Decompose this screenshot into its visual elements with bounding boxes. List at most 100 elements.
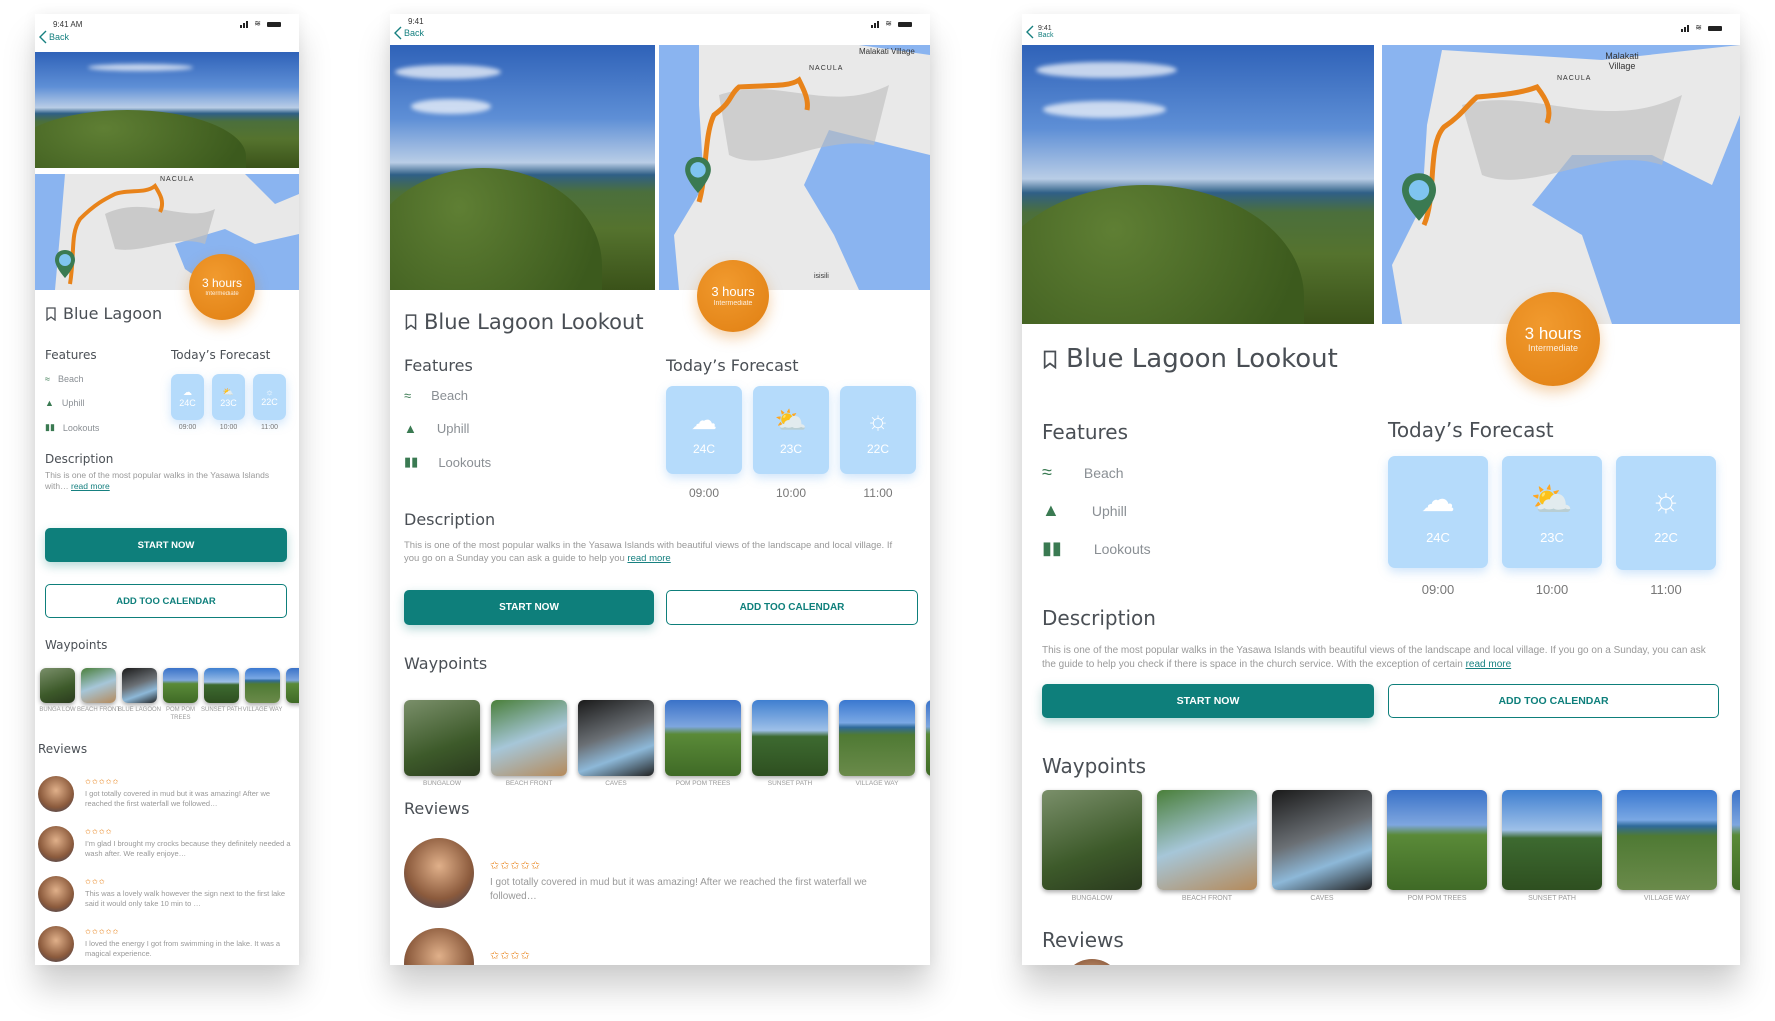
waypoint-thumbnail[interactable]: [81, 668, 116, 703]
waypoints-heading: Waypoints: [1042, 754, 1147, 778]
waypoint-label: SUNSET PATH: [767, 780, 813, 787]
forecast-temp: 24C: [692, 441, 715, 456]
forecast-temp: 23C: [779, 441, 802, 456]
duration-badge: 3 hours Intermediate: [1506, 292, 1600, 386]
route-map[interactable]: NACULA Malakati Village isisili: [659, 45, 930, 290]
star-rating: ✩✩✩✩✩: [85, 779, 120, 786]
forecast-card: ☼ 22C: [840, 386, 916, 474]
route-map[interactable]: NACULA Malakati Village: [1382, 45, 1740, 324]
waypoint-thumbnail[interactable]: [1272, 790, 1372, 890]
read-more-link[interactable]: read more: [71, 481, 110, 491]
map-pin-icon[interactable]: [1402, 173, 1436, 221]
add-to-calendar-button[interactable]: ADD TOO CALENDAR: [666, 590, 918, 625]
forecast-card: ☁ 24C: [666, 386, 742, 474]
badge-duration: 3 hours: [1524, 323, 1582, 343]
back-button[interactable]: Back: [39, 30, 69, 44]
waypoint-label: BUNGALOW: [423, 780, 461, 787]
mountain-icon: ▲: [1042, 500, 1060, 520]
description-text: This is one of the most popular walks in…: [404, 540, 904, 566]
forecast-heading: Today’s Forecast: [666, 356, 799, 375]
start-now-button[interactable]: START NOW: [45, 528, 287, 562]
wifi-icon: ≋: [254, 19, 261, 28]
sun-icon: ☼: [866, 404, 890, 435]
waypoint-thumbnail[interactable]: [839, 700, 915, 776]
map-label-isisili: isisili: [814, 273, 829, 280]
waypoint-label: SUNSET PATH: [200, 707, 242, 713]
map-label-nacula: NACULA: [160, 176, 195, 183]
waypoints-heading: Waypoints: [404, 654, 488, 673]
forecast-time: 10:00: [219, 424, 238, 431]
avatar: [404, 928, 474, 965]
read-more-link[interactable]: read more: [627, 553, 670, 564]
back-button[interactable]: Back: [394, 26, 424, 40]
system-icons: ≋: [1681, 24, 1722, 32]
add-to-calendar-button[interactable]: ADD TOO CALENDAR: [45, 584, 287, 618]
waypoint-label: POM POM TREES: [165, 707, 195, 721]
start-now-button[interactable]: START NOW: [404, 590, 654, 625]
map-label-nacula: NACULA: [809, 65, 844, 72]
waypoint-label: BEACH FRONT: [505, 780, 553, 787]
waypoint-thumbnail-partial[interactable]: [286, 668, 299, 703]
back-group: 9:41 Back: [1038, 25, 1054, 39]
forecast-time: 10:00: [1535, 582, 1569, 597]
waypoint-thumbnail[interactable]: [40, 668, 75, 703]
waypoint-label: CAVES: [605, 780, 627, 787]
map-label-nacula: NACULA: [1557, 75, 1592, 82]
map-pin-icon[interactable]: [55, 250, 75, 278]
description-heading: Description: [1042, 606, 1156, 630]
waypoint-thumbnail[interactable]: [578, 700, 654, 776]
back-button[interactable]: 9:41 Back: [1026, 24, 1054, 40]
status-time: 9:41 AM: [53, 20, 83, 29]
status-bar: 9:41 Back ≋: [1022, 14, 1740, 44]
waypoint-thumbnail[interactable]: [752, 700, 828, 776]
bookmark-icon[interactable]: [45, 306, 57, 321]
hero-photo: [390, 45, 655, 290]
waypoint-thumbnail[interactable]: [1157, 790, 1257, 890]
waypoint-thumbnail[interactable]: [404, 700, 480, 776]
badge-difficulty: Intermediate: [205, 290, 239, 297]
forecast-time: 11:00: [863, 486, 893, 500]
bookmark-icon[interactable]: [1042, 350, 1058, 369]
system-icons: ≋: [240, 20, 281, 28]
feature-uphill: ▲ Uphill: [1042, 500, 1127, 521]
forecast-card: ☼ 22C: [1616, 456, 1716, 570]
star-rating: ✩✩✩✩: [490, 950, 531, 962]
walk-title-text: Blue Lagoon Lookout: [1066, 344, 1338, 374]
waypoint-label: VILLAGE WAY: [242, 707, 283, 713]
description-text: This is one of the most popular walks in…: [1042, 644, 1722, 671]
route-map[interactable]: NACULA: [35, 174, 299, 290]
waypoint-thumbnail[interactable]: [1042, 790, 1142, 890]
phone-screen: 9:41 AM ≋ Back NACULA 3 hours Intermedia…: [35, 14, 299, 965]
swimmer-icon: ≈: [1042, 462, 1052, 482]
waypoint-thumbnail[interactable]: [122, 668, 157, 703]
waypoint-label: VILLAGE WAY: [855, 780, 899, 787]
walk-title-text: Blue Lagoon: [63, 304, 163, 323]
waypoint-thumbnail[interactable]: [491, 700, 567, 776]
forecast-temp: 23C: [1540, 529, 1564, 545]
waypoint-thumbnail[interactable]: [1502, 790, 1602, 890]
feature-beach: ≈ Beach: [404, 388, 468, 403]
map-pin-icon[interactable]: [685, 157, 711, 193]
sun-icon: ☼: [1650, 481, 1682, 519]
waypoint-thumbnail[interactable]: [1617, 790, 1717, 890]
waypoint-thumbnail[interactable]: [204, 668, 239, 703]
start-now-button[interactable]: START NOW: [1042, 684, 1374, 718]
waypoint-thumbnail-partial[interactable]: [1732, 790, 1740, 890]
waypoint-thumbnail-partial[interactable]: [926, 700, 930, 776]
forecast-temp: 23C: [220, 397, 237, 408]
walk-title: Blue Lagoon Lookout: [1042, 344, 1338, 374]
add-to-calendar-button[interactable]: ADD TOO CALENDAR: [1388, 684, 1719, 718]
waypoint-thumbnail[interactable]: [163, 668, 198, 703]
waypoint-thumbnail[interactable]: [665, 700, 741, 776]
avatar: [404, 838, 474, 908]
feature-label: Beach: [57, 374, 84, 384]
hero-photo: [35, 52, 299, 168]
feature-label: Beach: [431, 388, 469, 403]
waypoint-thumbnail[interactable]: [1387, 790, 1487, 890]
chevron-left-icon: [1026, 25, 1034, 39]
read-more-link[interactable]: read more: [1466, 659, 1512, 670]
waypoint-thumbnail[interactable]: [245, 668, 280, 703]
bookmark-icon[interactable]: [404, 314, 418, 330]
feature-lookouts: ▮▮ Lookouts: [1042, 538, 1151, 559]
waypoints-heading: Waypoints: [45, 638, 108, 652]
